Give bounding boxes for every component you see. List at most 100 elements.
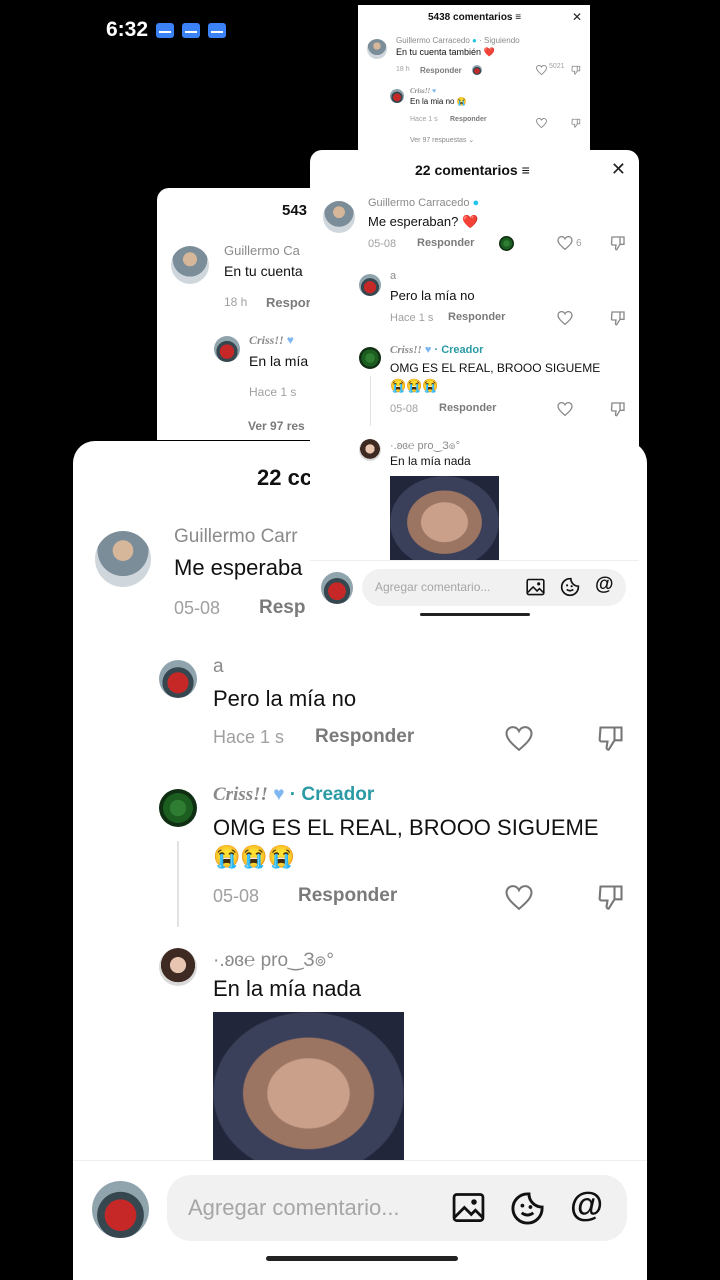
avatar[interactable] bbox=[390, 89, 404, 103]
comment-text: OMG ES EL REAL, BROOO SIGUEME bbox=[213, 815, 599, 840]
reply-button[interactable]: Respor bbox=[266, 295, 311, 310]
comment-text: Pero la mía no bbox=[213, 686, 357, 711]
reply-button[interactable]: Responder bbox=[420, 66, 462, 75]
blue-heart-icon: ♥ bbox=[424, 344, 432, 356]
avatar[interactable] bbox=[171, 246, 209, 284]
filter-icon[interactable]: ≡ bbox=[515, 12, 521, 23]
sticker-icon[interactable] bbox=[560, 577, 580, 602]
panel-title: 543 bbox=[282, 202, 308, 219]
close-icon[interactable]: ✕ bbox=[572, 10, 582, 24]
comment-image[interactable] bbox=[213, 1012, 404, 1160]
image-icon[interactable] bbox=[452, 1192, 485, 1228]
reply-button[interactable]: Responder bbox=[417, 237, 474, 249]
comment-author[interactable]: Guillermo Carracedo ● bbox=[368, 197, 479, 209]
comment-text: Pero la mía no bbox=[390, 288, 475, 303]
comment-author[interactable]: ·.ʚɞ℮ pro‿З๏° bbox=[213, 945, 334, 975]
comment-author[interactable]: a bbox=[390, 270, 396, 282]
reply-button[interactable]: Responder bbox=[439, 402, 496, 414]
comments-panel-top: 5438 comentarios ≡ ✕ Guillermo Carracedo… bbox=[358, 5, 590, 155]
at-icon[interactable]: @ bbox=[570, 1186, 603, 1225]
reply-button[interactable]: Responder bbox=[298, 885, 397, 907]
comment-author[interactable]: ·.ʚɞ℮ pro‿З๏° bbox=[390, 436, 460, 454]
filter-icon[interactable]: ≡ bbox=[522, 162, 530, 178]
blue-heart-icon: ♥ bbox=[286, 333, 294, 347]
creator-badge: Creador bbox=[301, 784, 375, 805]
comment-date: 05-08 bbox=[213, 886, 260, 906]
heart-icon[interactable] bbox=[557, 401, 573, 421]
reply-button[interactable]: Responder bbox=[450, 116, 487, 123]
comment-author[interactable]: Criss!! ♥ · Creador bbox=[213, 784, 374, 806]
comment-text: En tu cuenta también ❤️ bbox=[396, 47, 495, 57]
creator-badge: Creador bbox=[441, 344, 484, 356]
panel-title: 22 comentarios ≡ bbox=[415, 162, 530, 178]
avatar[interactable] bbox=[159, 660, 197, 698]
message-notification-icon bbox=[182, 22, 201, 38]
reply-button[interactable]: Resp bbox=[259, 597, 305, 619]
at-icon[interactable]: @ bbox=[595, 574, 614, 596]
avatar[interactable] bbox=[214, 336, 240, 362]
heart-icon[interactable] bbox=[536, 115, 547, 133]
comment-author[interactable]: Guillermo Ca bbox=[224, 243, 300, 258]
comment-author[interactable]: Criss!! ♥ · Creador bbox=[390, 344, 483, 356]
user-avatar[interactable] bbox=[321, 572, 353, 604]
avatar[interactable] bbox=[323, 201, 355, 233]
comment-date: 05-08 bbox=[368, 238, 397, 250]
comment-author[interactable]: Guillermo Carr bbox=[174, 526, 298, 548]
reply-author[interactable]: Criss!! ♥ bbox=[249, 333, 294, 348]
avatar[interactable] bbox=[95, 531, 151, 587]
reply-button[interactable]: Responder bbox=[448, 311, 505, 323]
blue-heart-icon: ♥ bbox=[273, 784, 285, 805]
comment-text: Me esperaban? ❤️ bbox=[368, 214, 479, 229]
avatar[interactable] bbox=[359, 274, 381, 296]
comment-text: OMG ES EL REAL, BROOO SIGUEME bbox=[390, 361, 601, 375]
reply-text: En la mia no 😭 bbox=[410, 97, 467, 106]
blue-heart-icon: ♥ bbox=[431, 87, 437, 95]
panel-title: 22 cc bbox=[257, 465, 313, 490]
like-count: 5021 bbox=[549, 63, 565, 70]
heart-icon[interactable] bbox=[505, 885, 533, 915]
user-avatar[interactable] bbox=[92, 1181, 149, 1238]
comment-input-placeholder: Agregar comentario... bbox=[375, 580, 491, 594]
view-more-replies[interactable]: Ver 97 res bbox=[248, 419, 305, 433]
image-icon[interactable] bbox=[526, 578, 545, 601]
sticker-icon[interactable] bbox=[510, 1191, 545, 1231]
close-icon[interactable]: ✕ bbox=[611, 159, 626, 180]
comment-emojis: 😭😭😭 bbox=[213, 844, 296, 869]
avatar[interactable] bbox=[159, 948, 197, 986]
thread-line bbox=[177, 841, 179, 927]
comment-image[interactable] bbox=[390, 476, 499, 560]
heart-icon[interactable] bbox=[557, 235, 573, 255]
reply-text: En la mía bbox=[249, 353, 309, 369]
avatar[interactable] bbox=[159, 789, 197, 827]
view-more-replies[interactable]: Ver 97 respuestas ⌄ bbox=[410, 136, 474, 144]
status-time: 6:32 bbox=[106, 18, 149, 41]
comment-time: Hace 1 s bbox=[213, 727, 285, 747]
status-bar: 6:32 bbox=[106, 18, 227, 42]
like-count: 6 bbox=[576, 238, 582, 249]
dislike-icon[interactable] bbox=[597, 883, 625, 916]
heart-icon[interactable] bbox=[536, 62, 547, 80]
avatar[interactable] bbox=[367, 39, 387, 59]
home-indicator bbox=[266, 1256, 458, 1261]
creator-like-avatar bbox=[472, 65, 482, 75]
thread-line bbox=[370, 376, 371, 426]
comment-time: 18 h bbox=[396, 66, 410, 73]
reply-button[interactable]: Responder bbox=[315, 726, 414, 748]
dislike-icon[interactable] bbox=[610, 310, 626, 331]
avatar[interactable] bbox=[359, 439, 381, 461]
comment-author[interactable]: a bbox=[213, 656, 224, 678]
comment-text: En tu cuenta bbox=[224, 263, 303, 279]
avatar[interactable] bbox=[359, 347, 381, 369]
comment-author[interactable]: Guillermo Carracedo ● · Siguiendo bbox=[396, 36, 520, 45]
heart-icon[interactable] bbox=[557, 310, 573, 330]
dislike-icon[interactable] bbox=[610, 235, 626, 256]
comment-date: 05-08 bbox=[390, 403, 419, 415]
heart-icon[interactable] bbox=[505, 726, 533, 756]
comment-time: Hace 1 s bbox=[390, 312, 434, 324]
reply-author[interactable]: Criss!! ♥ bbox=[410, 87, 436, 95]
comment-date: 05-08 bbox=[174, 598, 221, 618]
dislike-icon[interactable] bbox=[571, 62, 581, 80]
dislike-icon[interactable] bbox=[597, 724, 625, 757]
dislike-icon[interactable] bbox=[610, 401, 626, 422]
dislike-icon[interactable] bbox=[571, 115, 581, 133]
